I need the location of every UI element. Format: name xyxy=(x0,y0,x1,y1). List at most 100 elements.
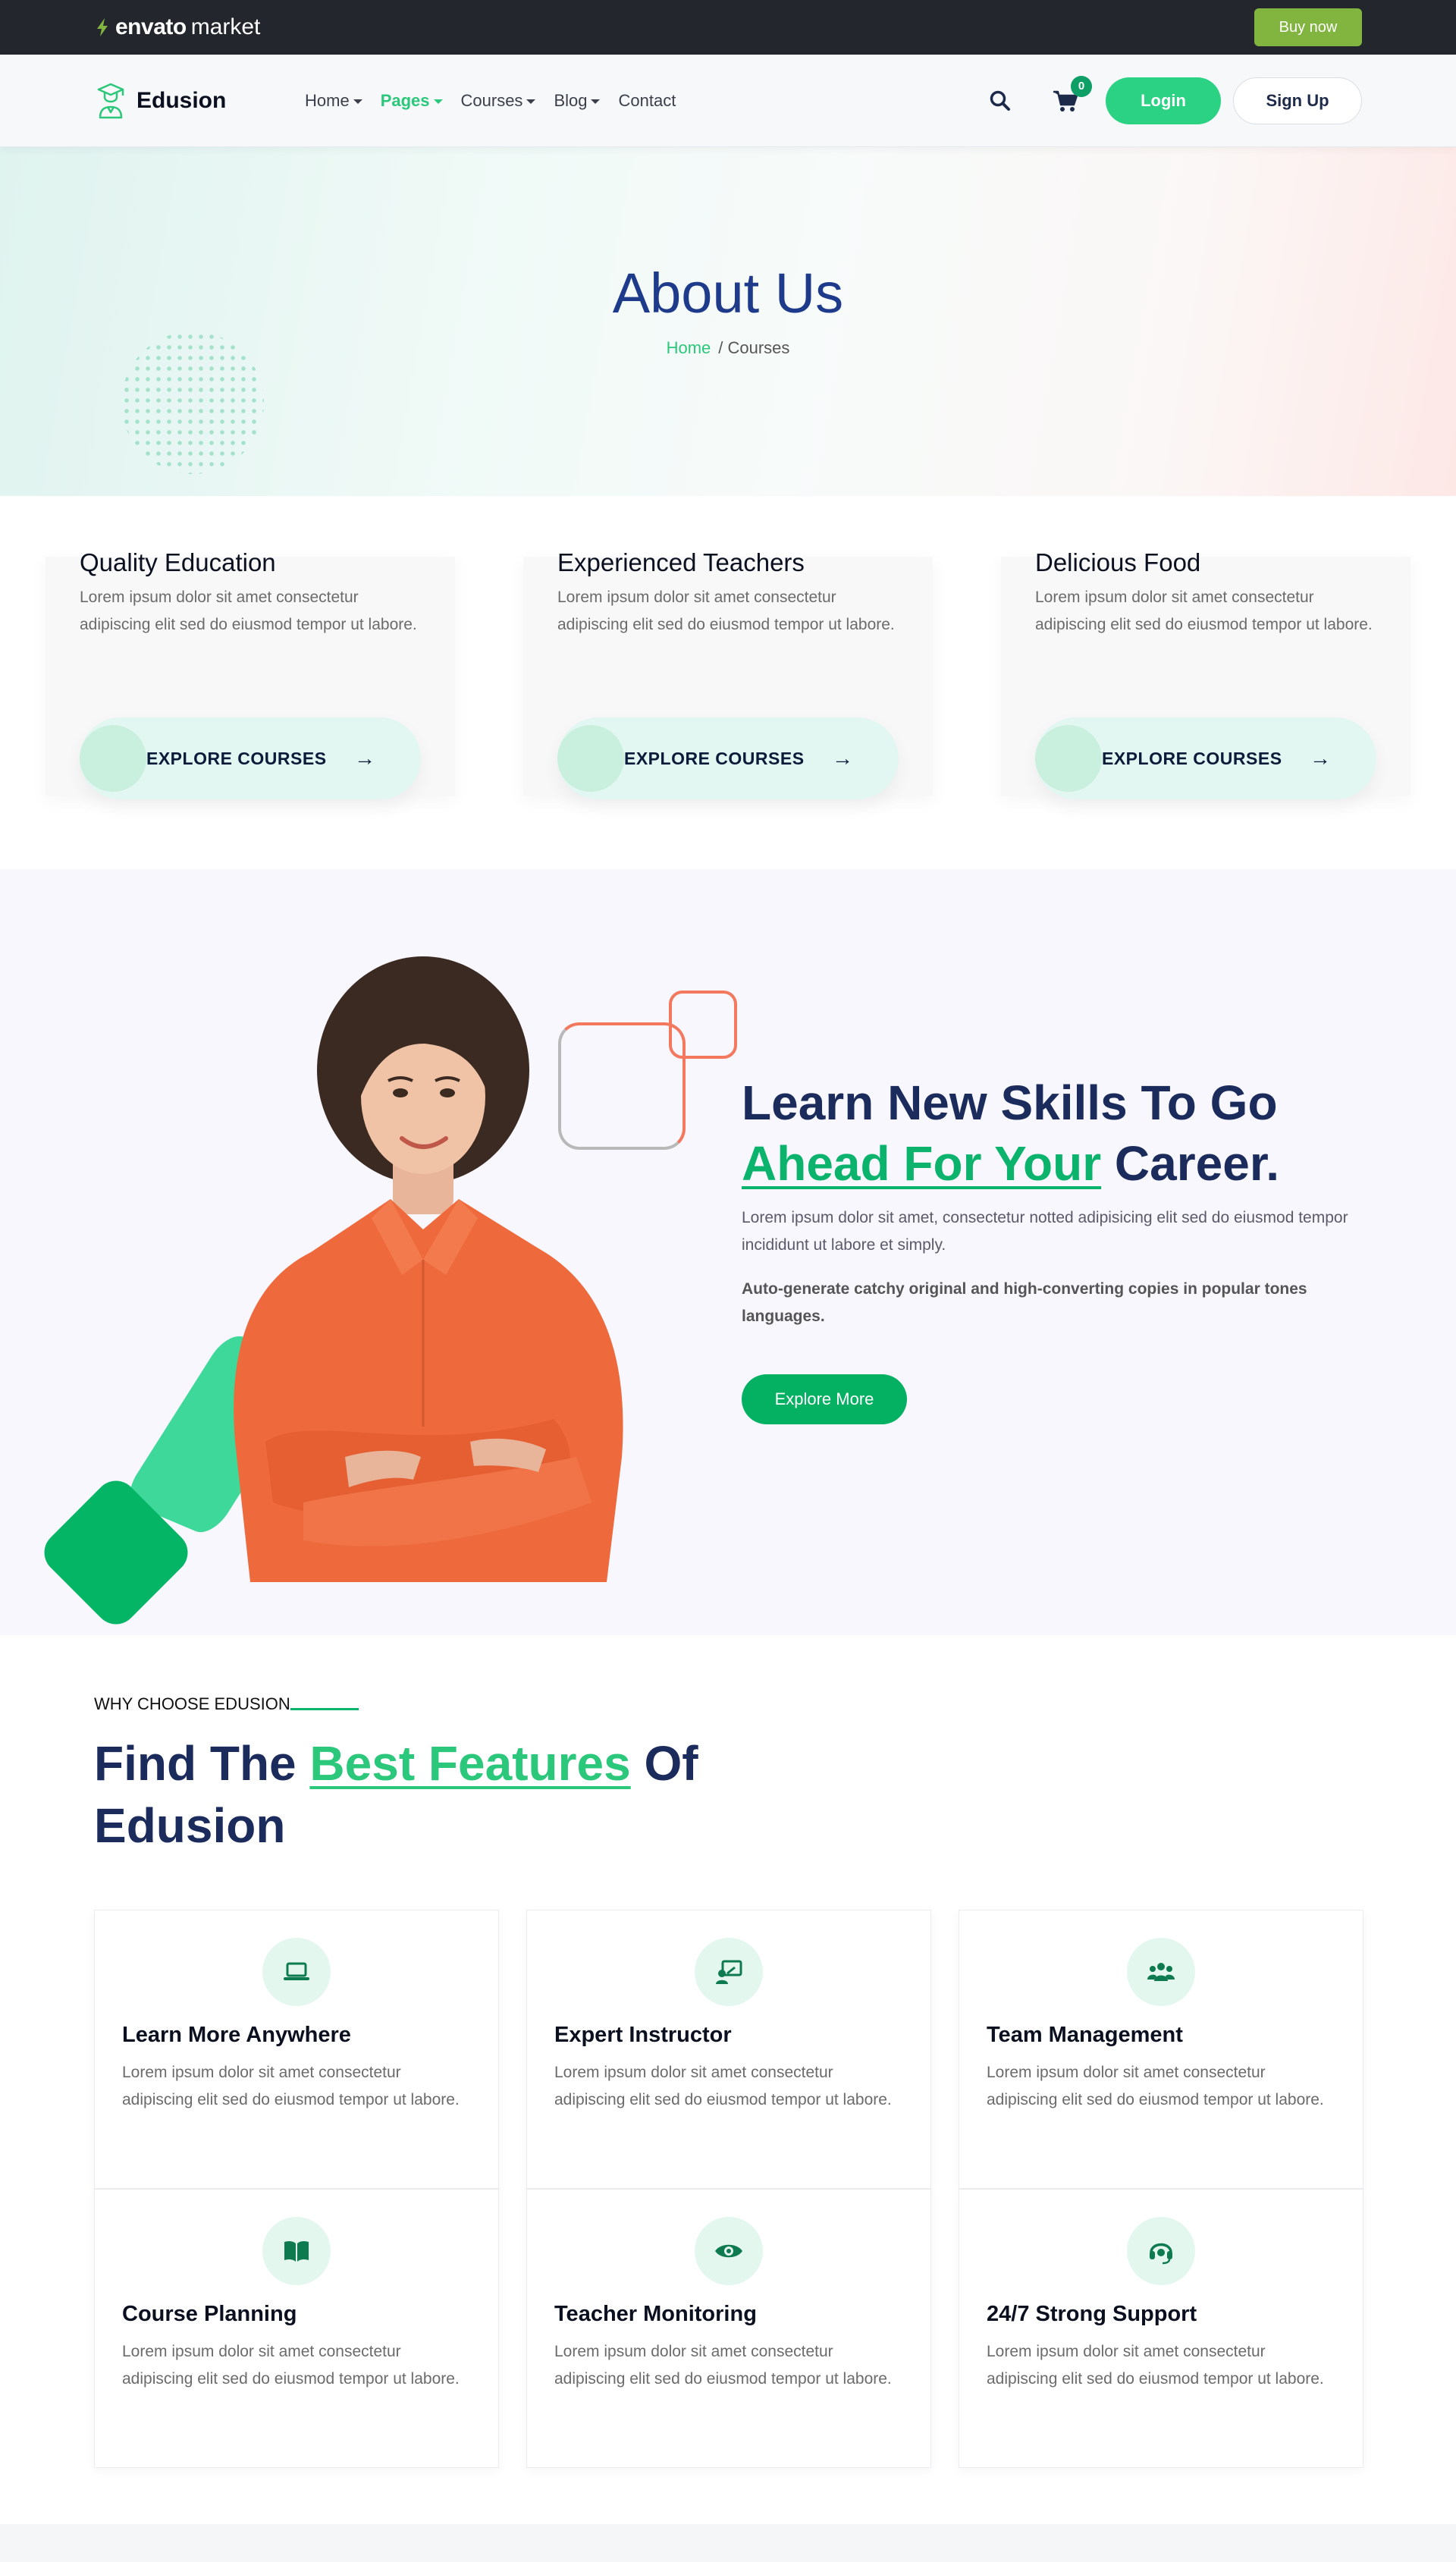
features-heading: Find The Best Features Of Edusion xyxy=(94,1732,777,1857)
buy-now-button[interactable]: Buy now xyxy=(1254,8,1362,46)
feature-card: Course Planning Lorem ipsum dolor sit am… xyxy=(94,2189,499,2468)
learn-skills-section: Learn New Skills To Go Ahead For Your Ca… xyxy=(0,869,1456,1635)
search-icon[interactable] xyxy=(989,89,1012,112)
cart-count-badge: 0 xyxy=(1071,75,1092,97)
arrow-right-icon: → xyxy=(832,746,853,770)
feature-title: Team Management xyxy=(987,2023,1183,2047)
arrow-right-icon: → xyxy=(1310,746,1331,770)
menu-item-blog[interactable]: Blog xyxy=(554,90,601,111)
menu-label: Courses xyxy=(460,90,523,110)
feature-icon-wrap xyxy=(262,1938,331,2006)
nav-actions: 0 Login Sign Up xyxy=(989,75,1362,124)
menu-label: Home xyxy=(305,90,350,110)
cart-button[interactable]: 0 xyxy=(1053,75,1092,112)
instructor-icon xyxy=(716,1960,742,1984)
learn-heading-end: Career. xyxy=(1101,1136,1279,1191)
main-menu: Home Pages Courses Blog Contact xyxy=(305,91,676,111)
learn-text-block: Learn New Skills To Go Ahead For Your Ca… xyxy=(742,1072,1363,1424)
feature-title: Teacher Monitoring xyxy=(554,2302,757,2326)
menu-item-home[interactable]: Home xyxy=(305,91,362,111)
features-grid: Learn More Anywhere Lorem ipsum dolor si… xyxy=(94,1910,1363,2468)
feature-icon-wrap xyxy=(262,2217,331,2285)
headset-icon xyxy=(1150,2243,1172,2265)
feature-icon-wrap xyxy=(1127,2217,1195,2285)
chevron-down-icon xyxy=(433,99,443,104)
laptop-icon xyxy=(284,1962,309,1980)
feature-card: Teacher Monitoring Lorem ipsum dolor sit… xyxy=(526,2189,931,2468)
envato-top-bar: envato market Buy now xyxy=(0,0,1456,55)
info-card-text: Lorem ipsum dolor sit amet consectetur a… xyxy=(557,589,895,633)
feature-title: Course Planning xyxy=(122,2302,297,2326)
features-section: WHY CHOOSE EDUSION Find The Best Feature… xyxy=(0,1635,1456,2523)
feature-icon-wrap xyxy=(695,2217,763,2285)
envato-logo[interactable]: envato market xyxy=(94,14,260,40)
page-title: About Us xyxy=(612,262,844,325)
features-heading-start: Find The xyxy=(94,1736,310,1791)
info-card-title: Quality Education xyxy=(80,548,276,576)
breadcrumb-current: / Courses xyxy=(718,338,790,357)
breadcrumb: Home / Courses xyxy=(0,338,1456,358)
envato-brand-text: envato xyxy=(115,14,187,39)
book-icon xyxy=(284,2240,309,2262)
learn-heading-highlight: Ahead For Your xyxy=(742,1136,1102,1191)
menu-label: Contact xyxy=(618,90,676,110)
learn-description: Lorem ipsum dolor sit amet, consectetur … xyxy=(742,1209,1348,1254)
feature-text: Lorem ipsum dolor sit amet consectetur a… xyxy=(554,2064,892,2108)
signup-button[interactable]: Sign Up xyxy=(1233,77,1362,124)
menu-label: Blog xyxy=(554,90,588,110)
feature-title: 24/7 Strong Support xyxy=(987,2302,1197,2326)
envato-market-text: market xyxy=(190,14,261,39)
info-card: Experienced Teachers Lorem ipsum dolor s… xyxy=(523,548,933,799)
feature-icon-wrap xyxy=(1127,1938,1195,2006)
eyebrow-text: WHY CHOOSE EDUSION xyxy=(94,1694,290,1713)
explore-courses-button[interactable]: EXPLORE COURSES → xyxy=(80,717,421,799)
feature-icon-wrap xyxy=(695,1938,763,2006)
feature-text: Lorem ipsum dolor sit amet consectetur a… xyxy=(987,2064,1324,2108)
info-card: Delicious Food Lorem ipsum dolor sit ame… xyxy=(1001,548,1410,799)
site-logo[interactable]: Edusion xyxy=(94,82,305,120)
features-heading-highlight: Best Features xyxy=(309,1736,631,1791)
info-cards-section: Quality Education Lorem ipsum dolor sit … xyxy=(0,496,1456,869)
chevron-down-icon xyxy=(526,99,536,104)
info-card-text: Lorem ipsum dolor sit amet consectetur a… xyxy=(80,589,417,633)
feature-title: Expert Instructor xyxy=(554,2023,732,2047)
menu-item-contact[interactable]: Contact xyxy=(618,91,676,111)
envato-leaf-icon xyxy=(97,18,108,36)
pill-decoration xyxy=(80,725,146,792)
login-button[interactable]: Login xyxy=(1106,77,1221,124)
menu-label: Pages xyxy=(380,90,430,110)
menu-item-pages[interactable]: Pages xyxy=(381,91,443,111)
menu-item-courses[interactable]: Courses xyxy=(461,91,536,111)
team-icon xyxy=(1147,1963,1175,1981)
learn-highlight-text: Auto-generate catchy original and high-c… xyxy=(742,1280,1307,1325)
info-card: Quality Education Lorem ipsum dolor sit … xyxy=(46,548,455,799)
feature-card: Learn More Anywhere Lorem ipsum dolor si… xyxy=(94,1910,499,2189)
explore-courses-button[interactable]: EXPLORE COURSES → xyxy=(1035,717,1376,799)
feature-text: Lorem ipsum dolor sit amet consectetur a… xyxy=(987,2343,1324,2388)
learn-heading: Learn New Skills To Go Ahead For Your Ca… xyxy=(742,1072,1363,1194)
page-hero: About Us Home / Courses xyxy=(0,147,1456,496)
info-card-title: Experienced Teachers xyxy=(557,548,805,576)
learn-heading-line1: Learn New Skills To Go xyxy=(742,1075,1278,1130)
explore-more-button[interactable]: Explore More xyxy=(742,1374,907,1424)
feature-card: 24/7 Strong Support Lorem ipsum dolor si… xyxy=(959,2189,1363,2468)
chevron-down-icon xyxy=(353,99,362,104)
next-section-strip xyxy=(0,2524,1456,2562)
explore-courses-button[interactable]: EXPLORE COURSES → xyxy=(557,717,899,799)
feature-text: Lorem ipsum dolor sit amet consectetur a… xyxy=(122,2064,460,2108)
info-card-title: Delicious Food xyxy=(1035,548,1201,576)
section-eyebrow: WHY CHOOSE EDUSION xyxy=(94,1694,359,1714)
explore-courses-label: EXPLORE COURSES xyxy=(1102,748,1282,768)
explore-courses-label: EXPLORE COURSES xyxy=(146,748,327,768)
breadcrumb-home-link[interactable]: Home xyxy=(667,338,711,358)
logo-text: Edusion xyxy=(136,87,227,113)
info-card-text: Lorem ipsum dolor sit amet consectetur a… xyxy=(1035,589,1373,633)
pill-decoration xyxy=(1035,725,1102,792)
eyebrow-underline xyxy=(290,1707,359,1710)
feature-title: Learn More Anywhere xyxy=(122,2023,351,2047)
graduate-logo-icon xyxy=(97,83,124,118)
eye-icon xyxy=(715,2244,742,2258)
pill-decoration xyxy=(557,725,624,792)
chevron-down-icon xyxy=(591,99,601,104)
main-navbar: Edusion Home Pages Courses Blog Contact … xyxy=(0,55,1456,147)
